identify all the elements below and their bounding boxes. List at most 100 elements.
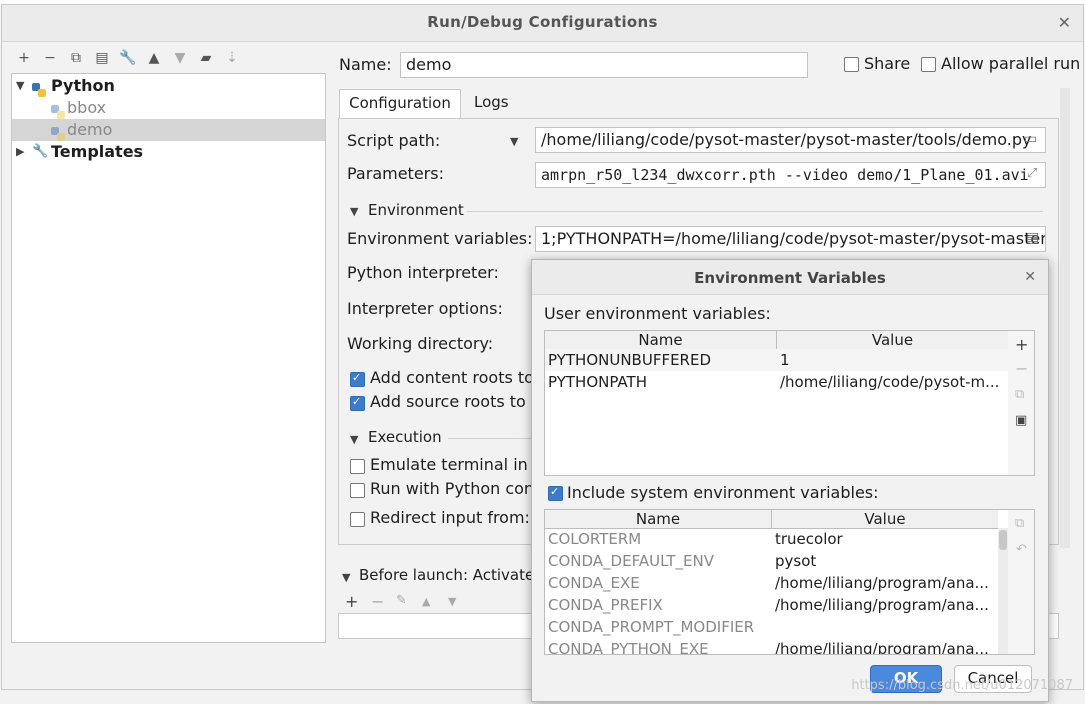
table-row[interactable]: CONDA_PYTHON_EXE /home/liliang/program/a… [545, 638, 998, 655]
tab-logs[interactable]: Logs [474, 89, 509, 119]
task-up-icon[interactable]: ▲ [422, 595, 430, 608]
env-var-value: /home/liliang/code/pysot-m... [780, 373, 1000, 391]
python-icon [32, 83, 46, 97]
tree-python-label: Python [51, 76, 115, 95]
environment-section-title: Environment [368, 201, 464, 219]
working-directory-label: Working directory: [347, 334, 494, 353]
env-var-name: CONDA_PREFIX [548, 596, 663, 614]
section-divider [448, 438, 538, 439]
column-header-value[interactable]: Value [777, 331, 1008, 349]
expand-arrow-icon[interactable]: ▼ [16, 75, 24, 97]
remove-task-icon[interactable]: − [371, 592, 384, 611]
env-var-name: CONDA_EXE [548, 574, 640, 592]
env-vars-input[interactable]: 1;PYTHONPATH=/home/liliang/code/pysot-ma… [535, 226, 1046, 252]
move-up-icon[interactable]: ▲ [145, 49, 163, 67]
emulate-terminal-label: Emulate terminal in o [370, 455, 543, 474]
emulate-terminal-checkbox[interactable] [350, 459, 365, 474]
env-var-value: /home/liliang/program/ana... [775, 596, 989, 614]
add-content-roots-checkbox[interactable] [350, 371, 365, 387]
undo-icon[interactable]: ↶ [1016, 542, 1027, 557]
table-row[interactable]: PYTHONUNBUFFERED 1 [545, 349, 1008, 371]
env-var-value: truecolor [775, 530, 843, 548]
config-scrollbar[interactable] [1060, 88, 1070, 548]
save-config-icon[interactable]: ▤ [93, 49, 111, 67]
include-system-vars-checkbox[interactable] [548, 485, 563, 501]
task-down-icon[interactable]: ▼ [448, 595, 456, 608]
remove-var-icon[interactable]: − [1015, 359, 1028, 378]
browse-folder-icon[interactable]: ▭ [1024, 131, 1037, 147]
column-header-value[interactable]: Value [772, 510, 998, 528]
remove-config-icon[interactable]: − [41, 49, 59, 67]
title-bar: Run/Debug Configurations ✕ [2, 5, 1083, 42]
tree-python-group[interactable]: ▼ Python [12, 75, 325, 97]
system-vars-actions: ⧉ ↶ [1008, 509, 1035, 655]
copy-config-icon[interactable]: ⧉ [67, 49, 85, 67]
name-label: Name: [339, 55, 392, 74]
redirect-input-checkbox[interactable] [350, 512, 365, 527]
script-path-input[interactable]: /home/liliang/code/pysot-master/pysot-ma… [535, 127, 1046, 153]
env-var-value: 1 [780, 351, 790, 369]
wrench-icon[interactable]: 🔧 [119, 49, 137, 67]
tree-item-bbox[interactable]: bbox [12, 97, 325, 119]
column-header-name[interactable]: Name [545, 331, 777, 349]
table-row[interactable]: CONDA_PROMPT_MODIFIER [545, 616, 998, 638]
add-config-icon[interactable]: + [15, 49, 33, 67]
env-var-value: pysot [775, 552, 817, 570]
env-var-name: CONDA_PROMPT_MODIFIER [548, 618, 755, 636]
dialog-title-bar: Environment Variables ✕ [532, 260, 1048, 295]
script-path-label: Script path: [347, 131, 441, 150]
tree-item-label: bbox [67, 98, 107, 117]
folder-icon[interactable]: ▰ [197, 49, 215, 67]
share-checkbox[interactable] [844, 57, 859, 72]
window-title: Run/Debug Configurations [427, 13, 658, 31]
parameters-input[interactable]: amrpn_r50_l234_dwxcorr.pth --video demo/… [535, 162, 1046, 188]
sort-icon[interactable]: ⇣ [223, 49, 241, 67]
execution-collapse-icon[interactable]: ▼ [350, 433, 358, 446]
user-env-vars-table: Name Value PYTHONUNBUFFERED 1 PYTHONPATH… [544, 330, 1009, 476]
run-python-console-checkbox[interactable] [350, 483, 365, 498]
env-var-name: COLORTERM [548, 530, 642, 548]
tree-templates-label: Templates [51, 142, 144, 161]
environment-variables-dialog: Environment Variables ✕ User environment… [531, 259, 1049, 702]
system-vars-scrollbar[interactable] [998, 528, 1008, 654]
add-source-roots-checkbox[interactable] [350, 395, 365, 411]
allow-parallel-checkbox[interactable] [921, 57, 936, 72]
copy-var-icon[interactable]: ⧉ [1015, 516, 1024, 531]
tree-templates-group[interactable]: ▶ 🔧 Templates [12, 141, 325, 163]
env-var-name: PYTHONPATH [548, 373, 647, 391]
add-task-icon[interactable]: + [345, 592, 358, 611]
table-row[interactable]: CONDA_PREFIX /home/liliang/program/ana..… [545, 594, 998, 616]
before-launch-label: Before launch: Activate [359, 566, 535, 584]
script-type-dropdown-icon[interactable]: ▼ [510, 135, 518, 148]
execution-section-title: Execution [368, 428, 442, 446]
wrench-icon: 🔧 [32, 144, 49, 159]
copy-var-icon[interactable]: ⧉ [1015, 387, 1024, 402]
close-icon[interactable]: ✕ [1058, 13, 1071, 32]
add-source-roots-label: Add source roots to P [370, 392, 541, 411]
env-var-value: /home/liliang/program/ana... [775, 640, 989, 655]
name-input[interactable]: demo [400, 52, 808, 78]
edit-task-icon[interactable]: ✎ [396, 593, 407, 608]
table-row[interactable]: COLORTERM truecolor [545, 528, 998, 550]
dialog-close-icon[interactable]: ✕ [1024, 269, 1036, 285]
table-row[interactable]: PYTHONPATH /home/liliang/code/pysot-m... [545, 371, 1008, 393]
interpreter-options-label: Interpreter options: [347, 299, 503, 318]
move-down-icon[interactable]: ▼ [171, 49, 189, 67]
env-var-name: PYTHONUNBUFFERED [548, 351, 712, 369]
scrollbar-thumb[interactable] [999, 530, 1007, 550]
column-header-name[interactable]: Name [545, 510, 772, 528]
allow-parallel-label: Allow parallel run [941, 54, 1081, 73]
expand-field-icon[interactable]: ⤢ [1027, 166, 1037, 181]
table-header: Name Value [545, 331, 1008, 350]
environment-collapse-icon[interactable]: ▼ [350, 205, 358, 218]
tree-item-demo[interactable]: demo [12, 119, 325, 141]
redirect-input-label: Redirect input from: [370, 508, 530, 527]
python-config-icon [51, 105, 65, 119]
before-launch-collapse-icon[interactable]: ▼ [342, 571, 350, 584]
add-var-icon[interactable]: + [1015, 335, 1028, 354]
edit-env-vars-icon[interactable]: ▤ [1026, 230, 1039, 246]
table-row[interactable]: CONDA_DEFAULT_ENV pysot [545, 550, 998, 572]
collapse-arrow-icon[interactable]: ▶ [16, 141, 24, 163]
paste-var-icon[interactable]: ▣ [1015, 413, 1027, 428]
table-row[interactable]: CONDA_EXE /home/liliang/program/ana... [545, 572, 998, 594]
